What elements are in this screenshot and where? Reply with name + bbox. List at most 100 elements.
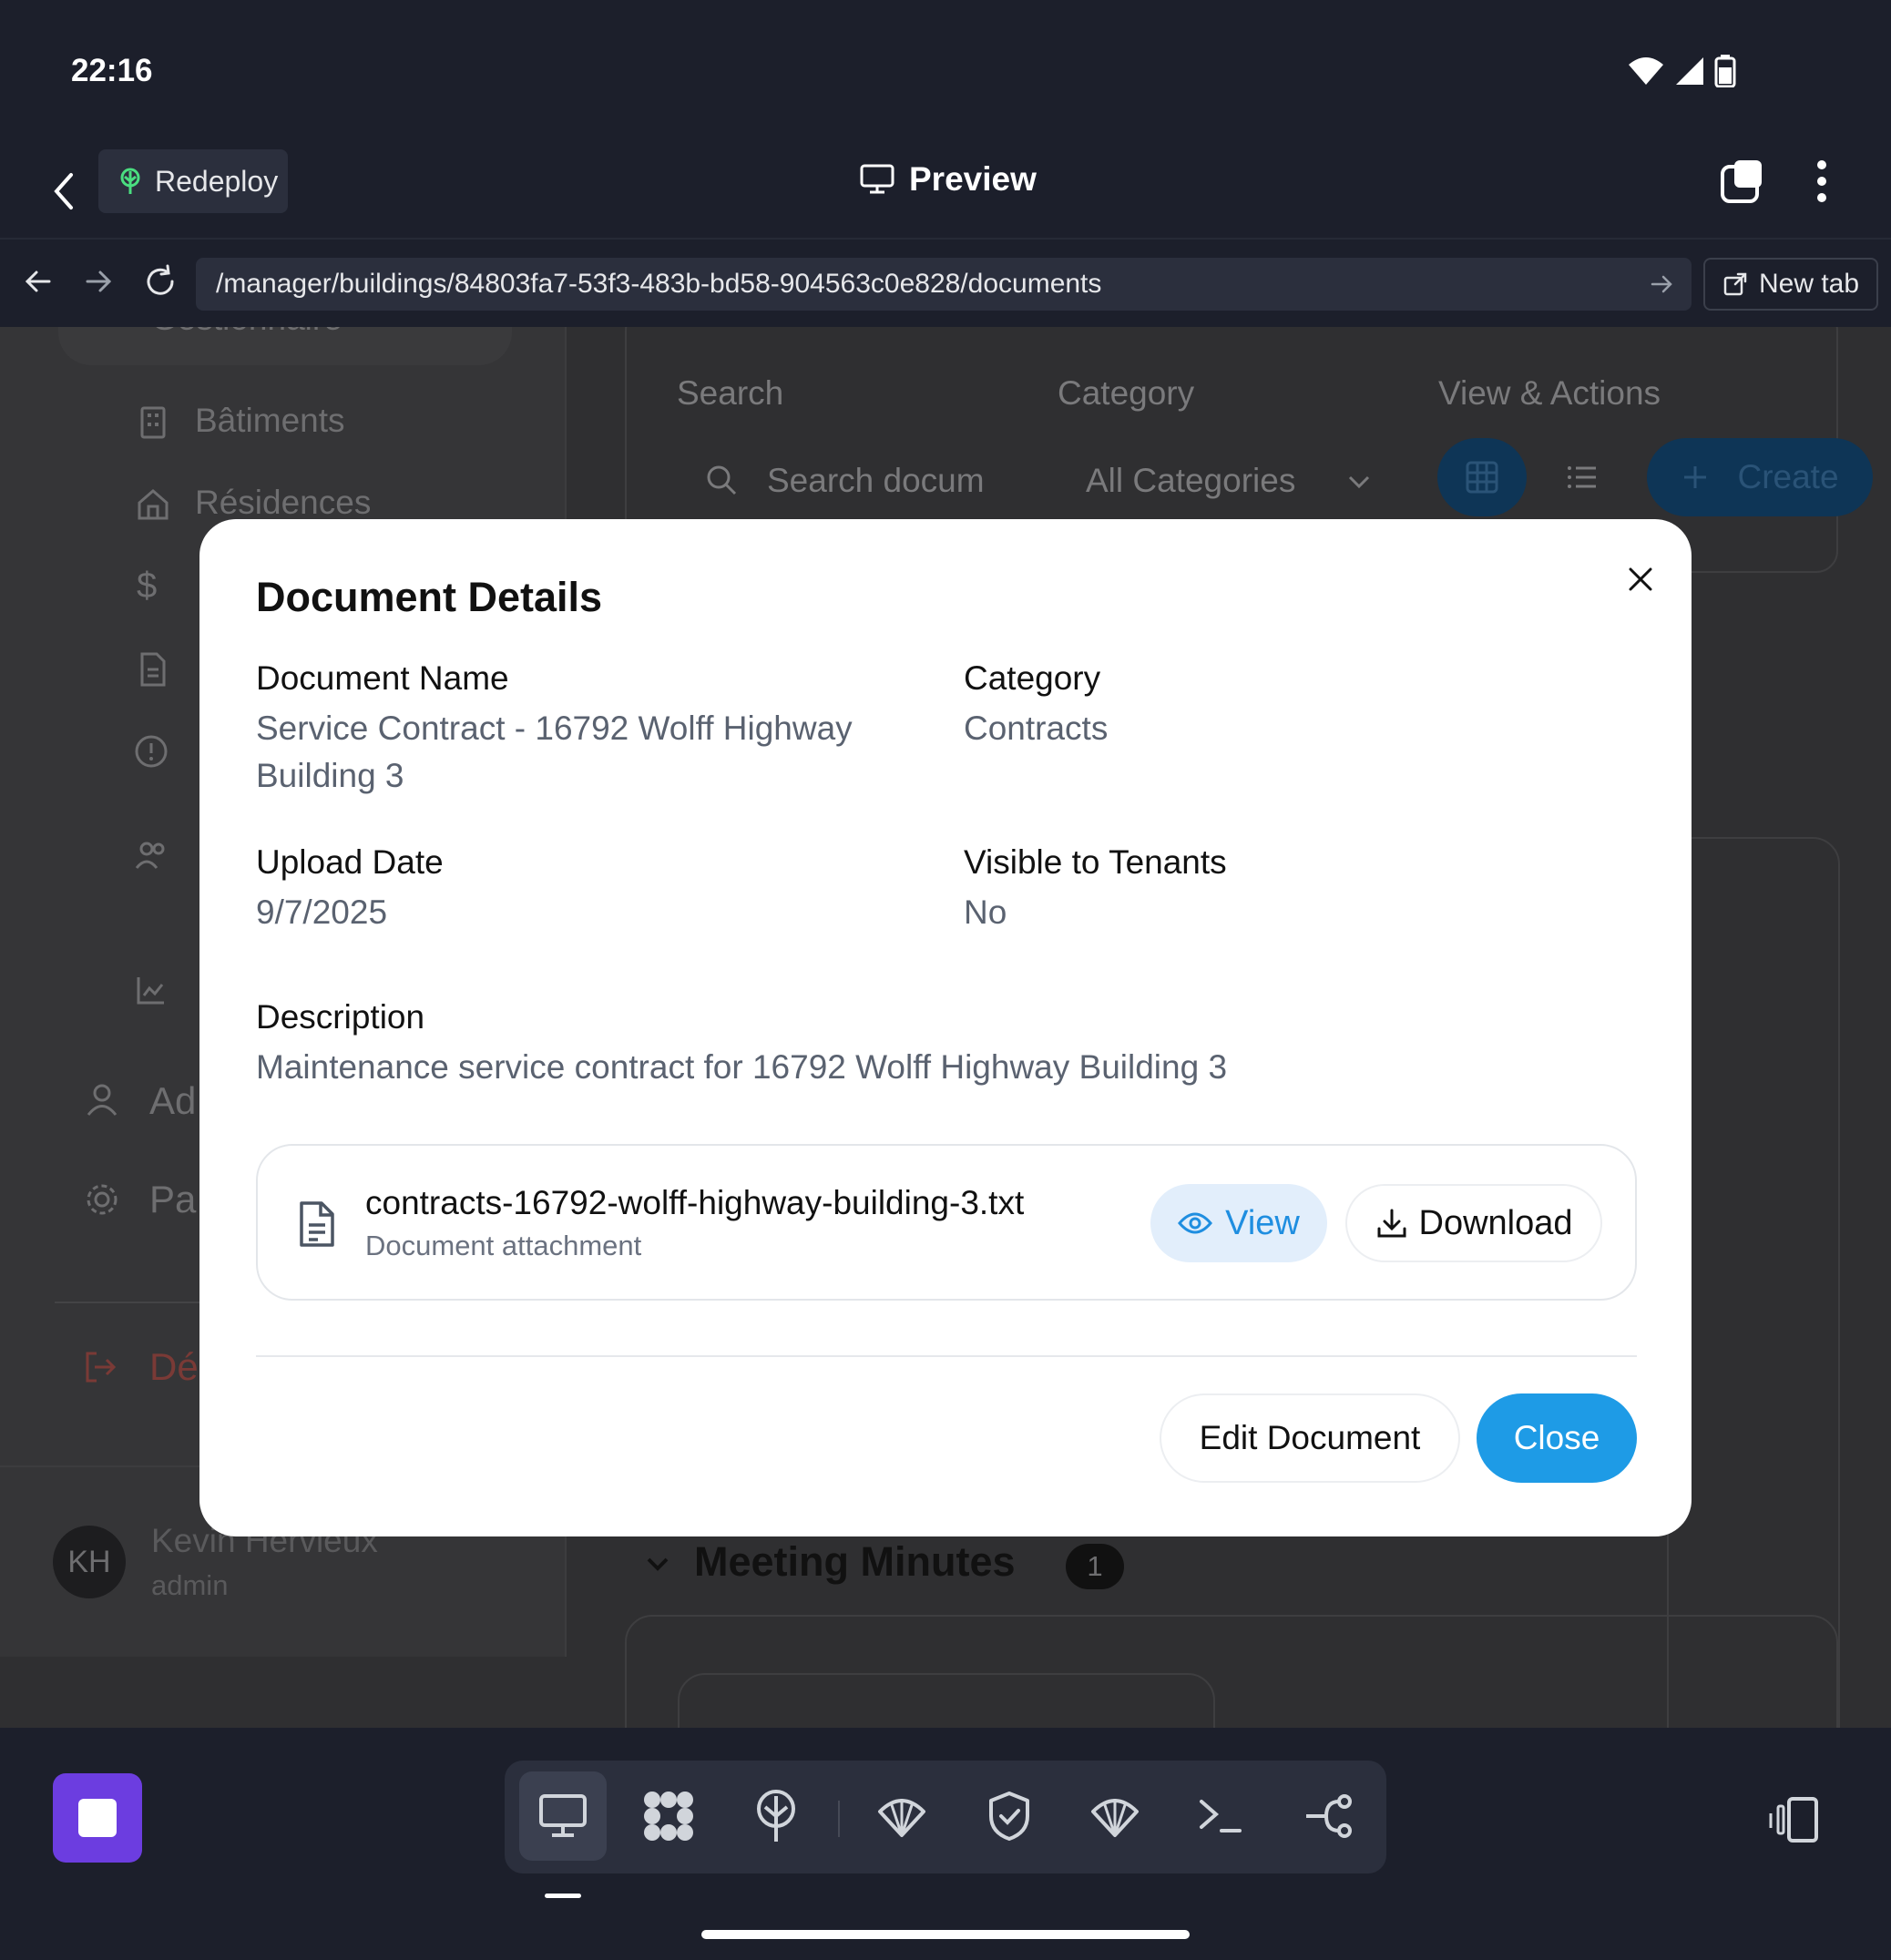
home-indicator [701,1930,1190,1939]
search-input[interactable]: Search docum [767,462,985,500]
category-select[interactable]: All Categories [1086,462,1295,500]
grid-view-button[interactable] [1437,438,1527,516]
category-value: Contracts [964,709,1109,747]
description-value: Maintenance service contract for 16792 W… [256,1048,1228,1086]
sidebar-item-params[interactable]: Pa [149,1178,196,1221]
tool-shell-1[interactable] [858,1771,946,1861]
tool-shell-2[interactable] [1071,1771,1159,1861]
home-icon [138,489,169,520]
external-link-icon [1723,272,1747,296]
document-name-label: Document Name [256,659,509,697]
bottom-nav [0,1728,1891,1960]
redeploy-label: Redeploy [155,164,279,198]
plus-icon [1684,466,1707,488]
deploy-tree-icon [757,1790,795,1842]
attachment-file-name: contracts-16792-wolff-highway-building-3… [365,1184,1025,1221]
user-icon [87,1084,118,1116]
more-options-button[interactable] [1813,158,1831,204]
sidebar-item-batiments[interactable]: Bâtiments [195,402,345,440]
url-text: /manager/buildings/84803fa7-53f3-483b-bd… [216,269,1102,299]
tool-packages[interactable] [625,1771,712,1861]
document-details-modal: Document Details Document Name Service C… [199,519,1692,1536]
chevron-left-icon [54,173,73,209]
chart-icon [137,977,164,1005]
arrow-right-icon [86,271,112,292]
sidebar-item-residences[interactable]: Résidences [195,484,371,522]
chevron-down-icon [1348,475,1370,489]
content-card [1667,837,1840,1728]
monitor-icon [860,164,894,194]
download-button[interactable]: Download [1345,1184,1602,1262]
view-button[interactable]: View [1150,1184,1327,1262]
visible-to-tenants-label: Visible to Tenants [964,843,1227,881]
new-tab-label: New tab [1758,269,1860,299]
shield-check-icon [989,1792,1029,1841]
preview-title: Preview [860,160,1037,199]
browser-bar: /manager/buildings/84803fa7-53f3-483b-bd… [0,238,1891,327]
browser-forward-button[interactable] [80,263,117,300]
create-button[interactable]: Create [1647,438,1873,516]
attachment-card: contracts-16792-wolff-highway-building-3… [256,1144,1637,1301]
document-name-line-2: Building 3 [256,757,404,794]
section-title: Meeting Minutes [694,1538,1016,1585]
grid-icon [1466,461,1498,494]
sidebar-group-label: Gestionnaire [151,327,342,338]
close-button[interactable]: Close [1477,1393,1637,1483]
more-vertical-icon [1817,160,1826,202]
status-icons [1627,55,1736,87]
building-icon [140,406,166,439]
sidebar-item-admin[interactable]: Ad [149,1079,196,1123]
sidebar-group-header[interactable]: Gestionnaire [58,327,512,365]
file-text-icon [300,1201,334,1247]
modal-title: Document Details [256,574,603,620]
upload-date-label: Upload Date [256,843,444,881]
terminal-icon [1200,1800,1242,1832]
tool-security[interactable] [966,1771,1053,1861]
url-field[interactable]: /manager/buildings/84803fa7-53f3-483b-bd… [196,258,1692,311]
new-tab-button[interactable]: New tab [1703,258,1878,311]
tool-deploy[interactable] [732,1771,820,1861]
logout-icon [86,1352,117,1383]
signal-icon [1676,57,1703,85]
stop-button[interactable] [53,1773,142,1863]
go-arrow-icon[interactable] [1648,271,1675,298]
list-view-icon[interactable] [1563,459,1600,495]
git-branch-icon [1306,1794,1352,1838]
view-label: View [1225,1203,1300,1242]
users-icon [135,842,165,869]
tool-preview[interactable] [519,1771,607,1861]
status-time: 22:16 [71,53,153,88]
reload-button[interactable] [142,263,179,300]
tool-git[interactable] [1284,1771,1372,1861]
active-tool-indicator [545,1894,581,1898]
tool-terminal[interactable] [1177,1771,1264,1861]
description-label: Description [256,998,425,1036]
app-header: Redeploy Preview [0,146,1891,237]
shell-icon [1091,1799,1139,1837]
redeploy-button[interactable]: Redeploy [98,149,288,213]
avatar: KH [53,1526,126,1598]
sidebar-item-logout[interactable]: Dé [149,1345,199,1389]
preview-label: Preview [909,160,1037,198]
chevron-down-icon[interactable] [639,1546,676,1582]
split-view-button[interactable] [1767,1793,1822,1848]
browser-back-button[interactable] [20,263,56,300]
upload-date-value: 9/7/2025 [256,893,388,931]
gear-icon [87,1184,118,1215]
tabs-button[interactable] [1720,158,1765,204]
document-name-line-1: Service Contract - 16792 Wolff Highway [256,709,853,747]
split-view-icon [1769,1797,1818,1843]
close-icon[interactable] [1622,561,1659,597]
deploy-tree-icon [120,168,140,194]
shell-icon [878,1799,925,1837]
download-icon [1377,1209,1405,1238]
status-bar: 22:16 [0,0,1891,146]
monitor-icon [539,1794,587,1837]
view-actions-label: View & Actions [1438,374,1661,412]
dollar-icon: $ [137,566,158,606]
edit-document-button[interactable]: Edit Document [1160,1393,1460,1483]
back-button[interactable] [46,164,82,219]
visible-to-tenants-value: No [964,893,1007,931]
search-icon [707,465,737,495]
download-label: Download [1418,1203,1573,1242]
